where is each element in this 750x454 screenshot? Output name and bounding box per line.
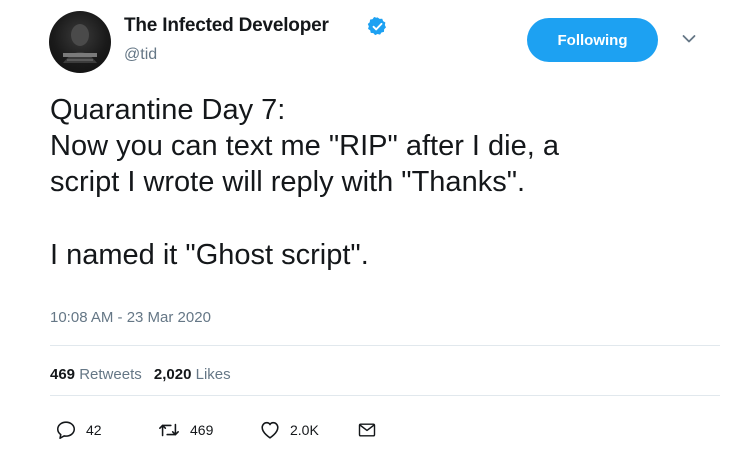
retweet-count: 469 <box>190 422 214 438</box>
reply-button[interactable]: 42 <box>55 419 102 441</box>
retweets-stat[interactable]: 469 Retweets <box>50 366 142 383</box>
likes-count: 2,020 <box>153 366 192 383</box>
heart-icon <box>261 421 279 439</box>
tweet-text-line: script I wrote will reply with "Thanks". <box>50 166 526 198</box>
tweet-stats: 469 Retweets 2,020 Likes <box>50 366 239 383</box>
divider <box>50 345 720 346</box>
reply-count: 42 <box>86 422 102 438</box>
author-handle[interactable]: @tid <box>124 46 157 64</box>
likes-stat[interactable]: 2,020 Likes <box>154 366 231 383</box>
chevron-down-icon[interactable] <box>682 34 696 44</box>
verified-badge-icon <box>367 16 386 36</box>
tweet-text: Quarantine Day 7: Now you can text me "R… <box>50 92 730 273</box>
tweet-timestamp[interactable]: 10:08 AM - 23 Mar 2020 <box>50 309 211 326</box>
retweet-icon <box>159 423 179 437</box>
retweets-count: 469 <box>50 366 76 383</box>
like-count: 2.0K <box>290 422 319 438</box>
author-display-name[interactable]: The Infected Developer <box>124 15 329 37</box>
tweet-card: The Infected Developer @tid Following Qu… <box>0 0 750 454</box>
avatar-image <box>63 24 97 63</box>
avatar[interactable] <box>49 11 111 73</box>
tweet-text-line: Quarantine Day 7: <box>50 94 286 126</box>
retweets-label: Retweets <box>79 366 142 383</box>
direct-message-button[interactable] <box>357 419 377 441</box>
envelope-icon <box>358 423 376 437</box>
reply-icon <box>56 421 76 440</box>
following-button[interactable]: Following <box>527 18 658 62</box>
retweet-button[interactable]: 469 <box>157 419 213 441</box>
tweet-text-line: I named it "Ghost script". <box>50 239 369 271</box>
likes-label: Likes <box>195 366 231 383</box>
like-button[interactable]: 2.0K <box>259 419 319 441</box>
divider <box>50 395 720 396</box>
tweet-text-line: Now you can text me "RIP" after I die, a <box>50 130 559 162</box>
